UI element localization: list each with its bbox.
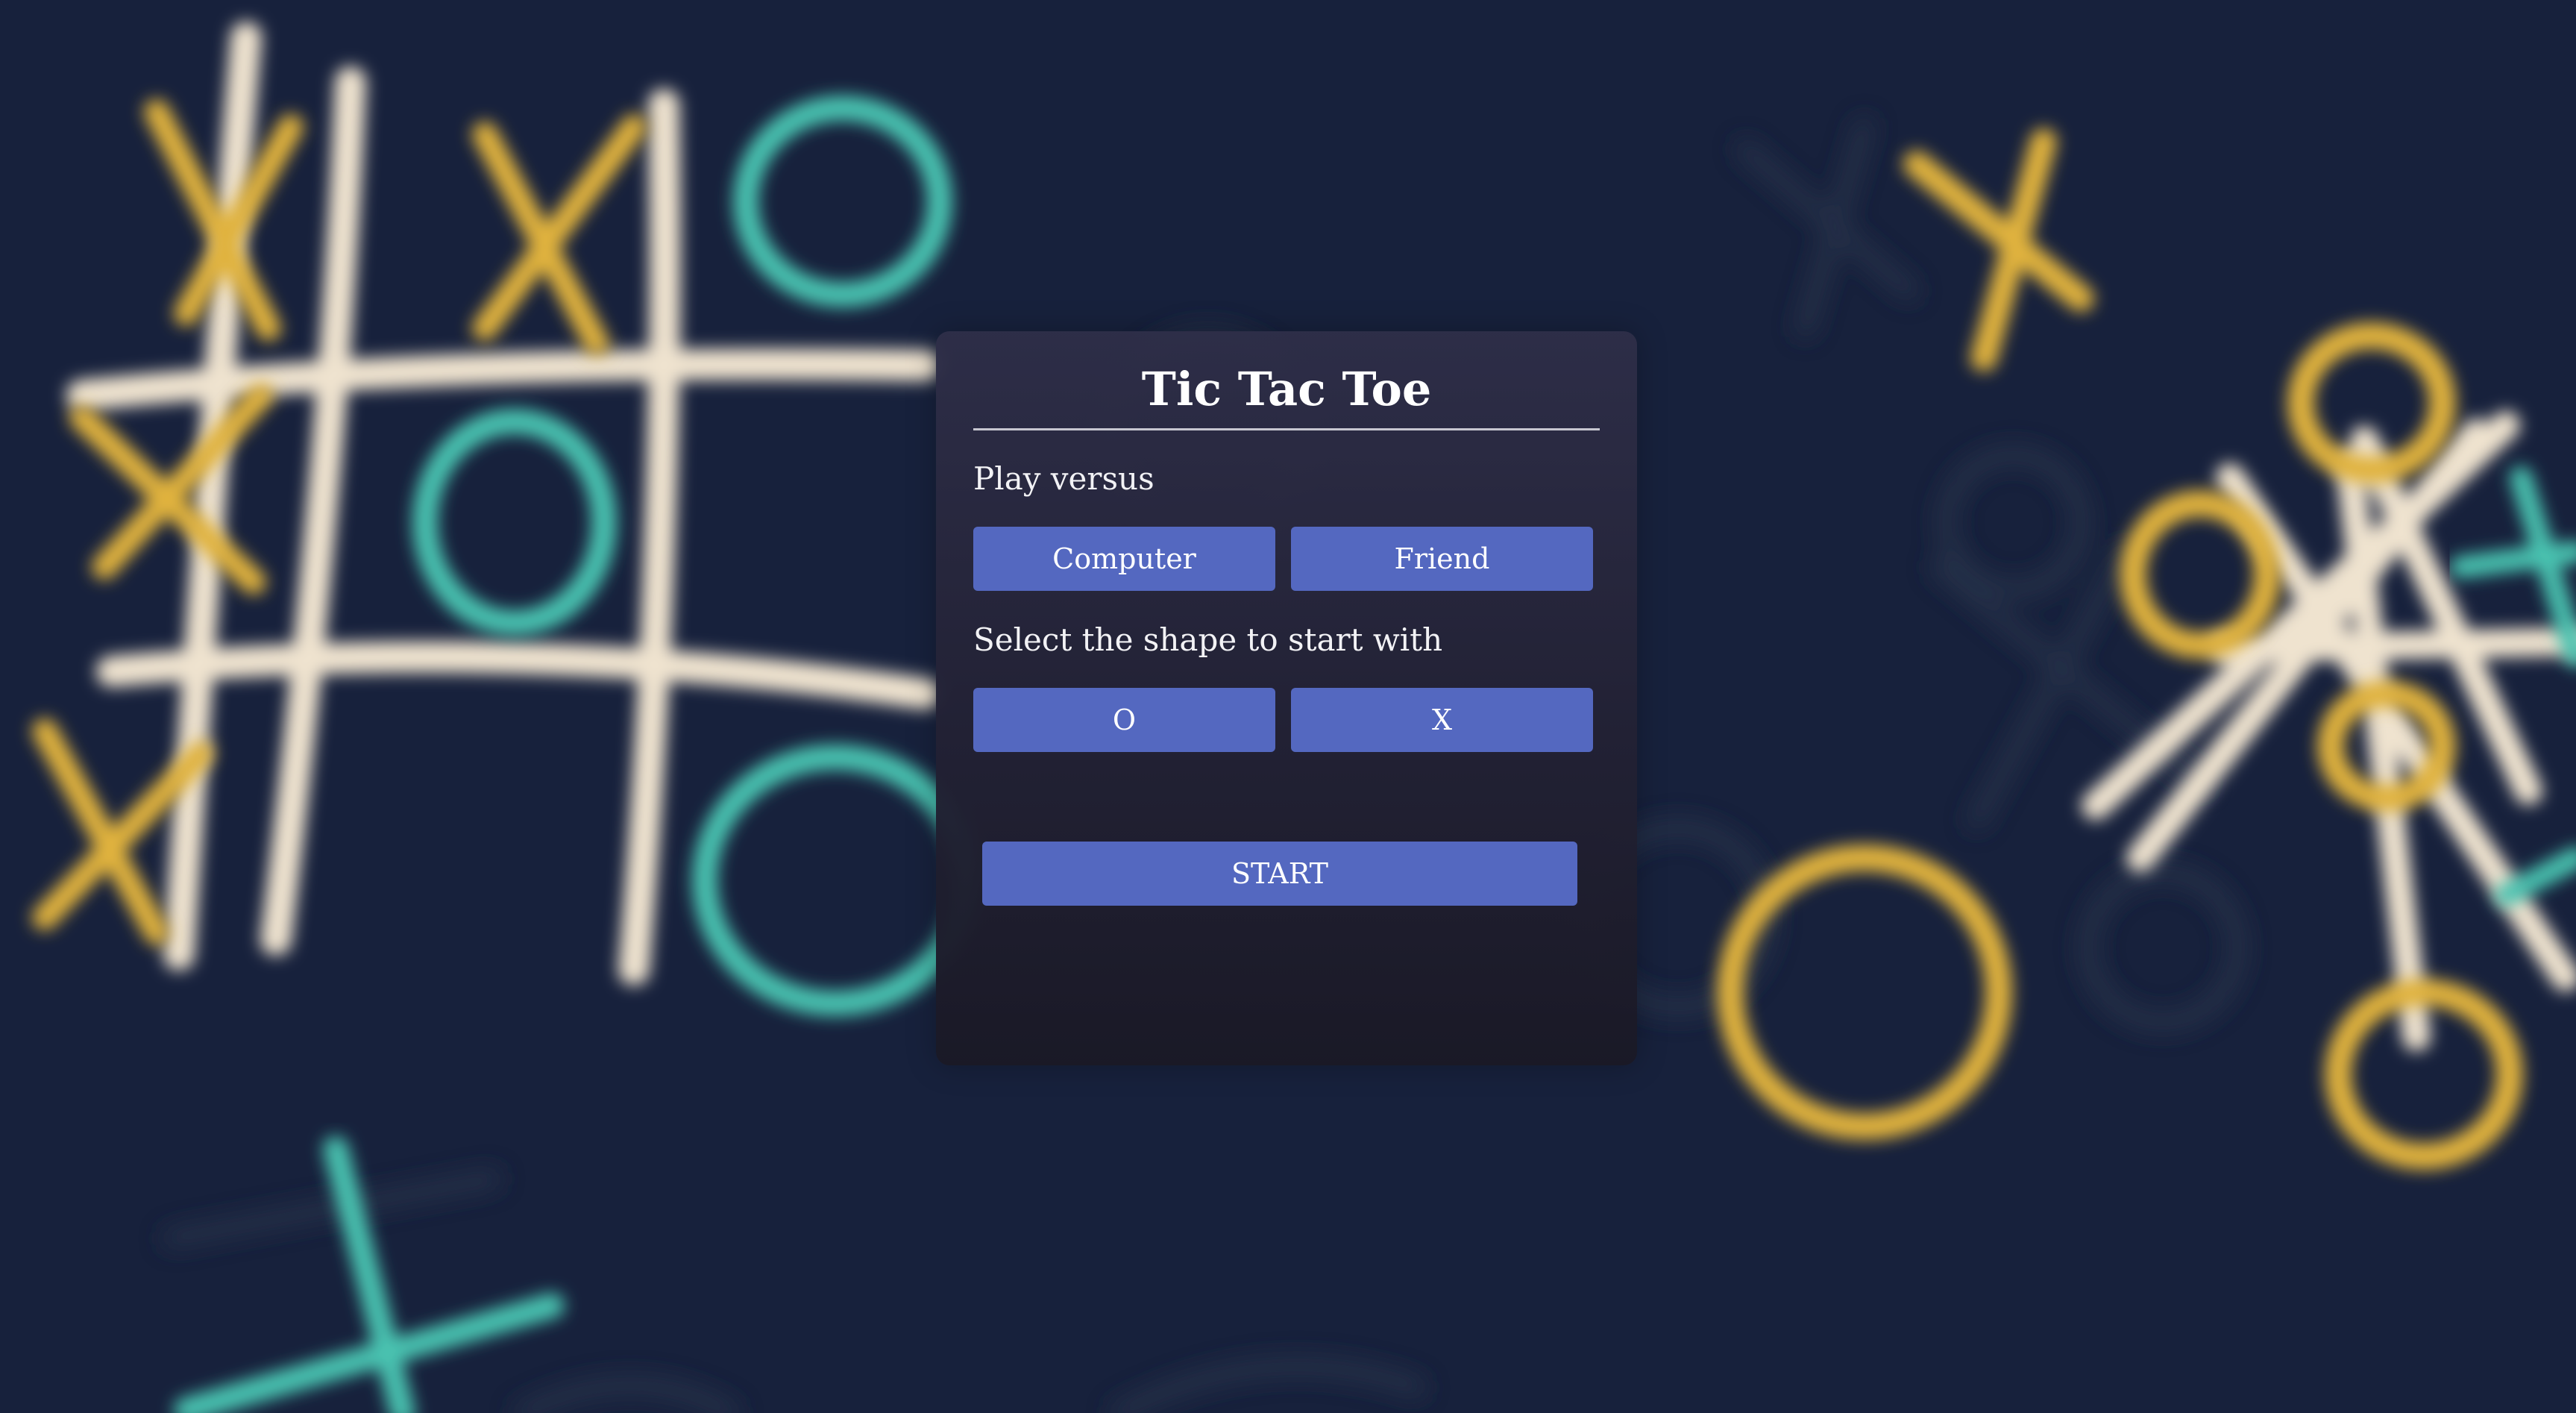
title-divider (973, 428, 1600, 430)
shape-o-button[interactable]: O (973, 688, 1275, 752)
play-versus-label: Play versus (973, 460, 1155, 497)
friend-opponent-button[interactable]: Friend (1291, 527, 1593, 591)
computer-opponent-button[interactable]: Computer (973, 527, 1275, 591)
game-title: Tic Tac Toe (1141, 362, 1432, 416)
select-shape-label: Select the shape to start with (973, 621, 1443, 658)
shape-x-button[interactable]: X (1291, 688, 1593, 752)
start-button[interactable]: START (982, 842, 1577, 906)
game-setup-dialog: Tic Tac Toe Play versus Computer Friend … (936, 331, 1637, 1065)
